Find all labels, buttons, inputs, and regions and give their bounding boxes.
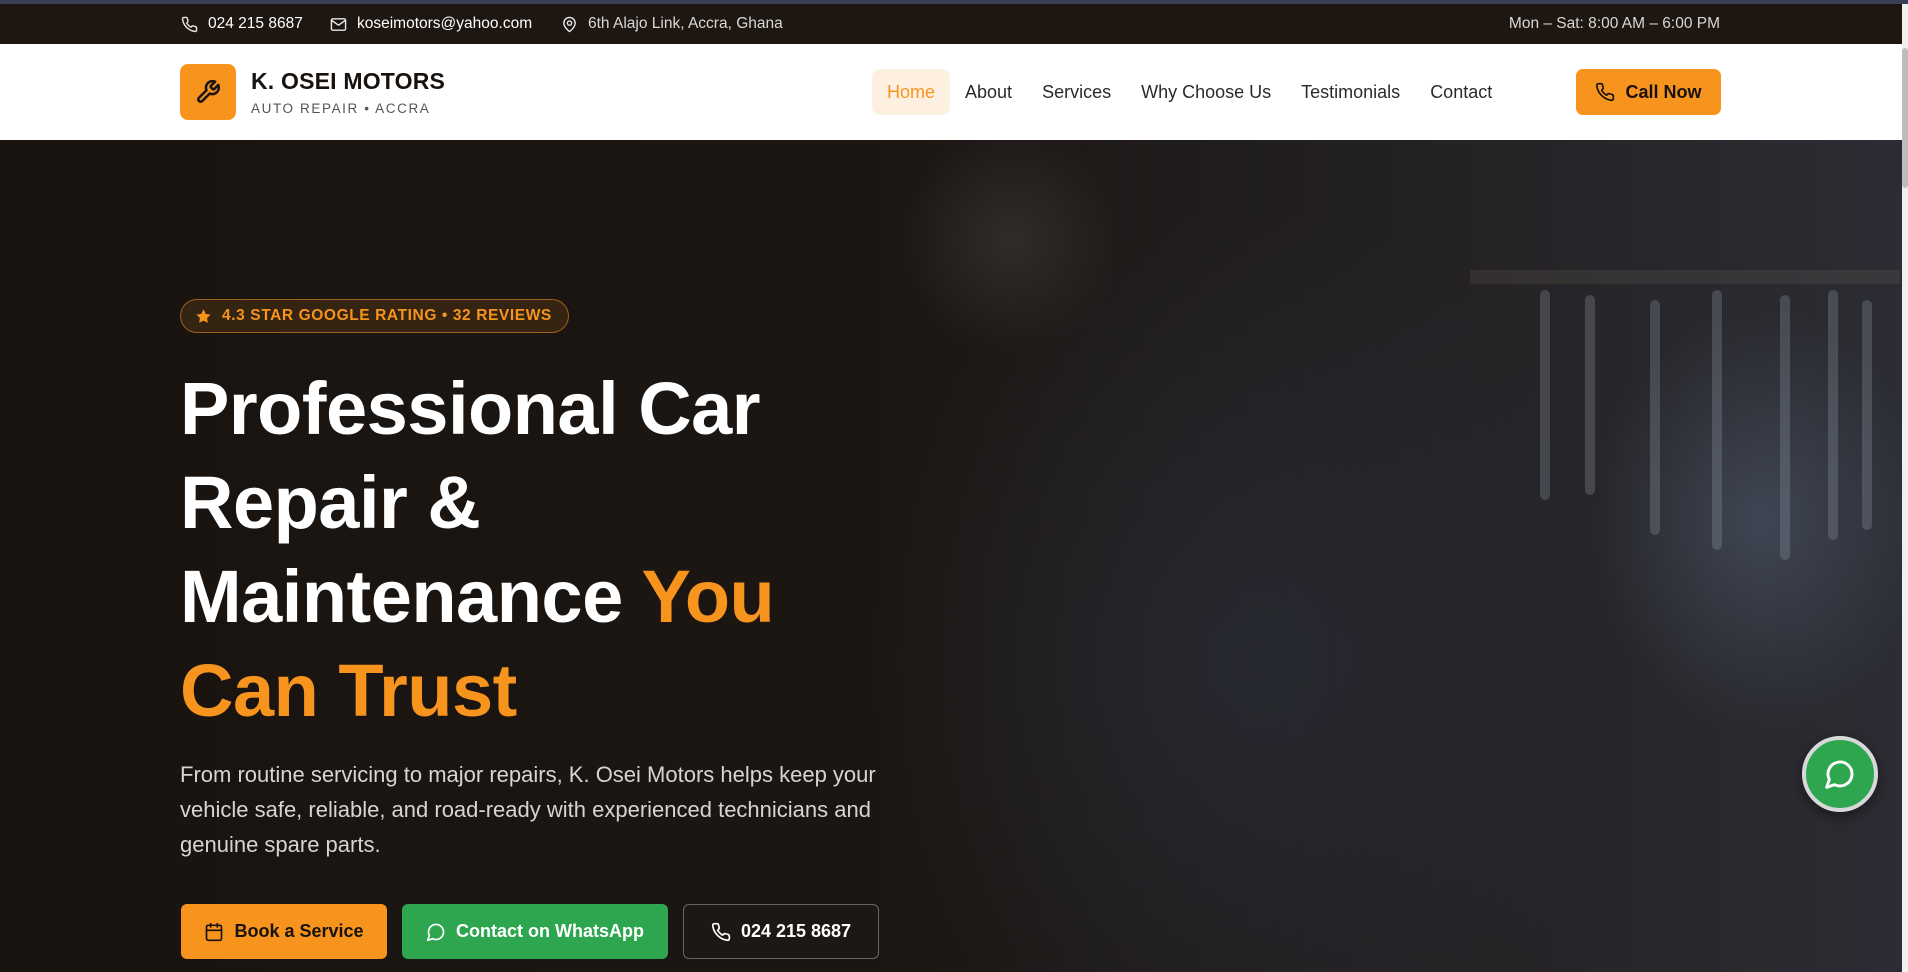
tool-shelf bbox=[1470, 270, 1900, 284]
nav-testimonials[interactable]: Testimonials bbox=[1286, 69, 1415, 115]
chat-bubble-icon bbox=[426, 923, 445, 941]
wrench-icon bbox=[197, 79, 221, 103]
book-service-button[interactable]: Book a Service bbox=[181, 904, 387, 959]
chat-bubble-icon bbox=[1825, 760, 1854, 789]
nav-home[interactable]: Home bbox=[872, 69, 951, 115]
whatsapp-button[interactable]: Contact on WhatsApp bbox=[402, 904, 668, 959]
main-nav: Home About Services Why Choose Us Testim… bbox=[872, 69, 1507, 115]
calendar-icon bbox=[206, 922, 223, 941]
call-now-button[interactable]: Call Now bbox=[1576, 69, 1721, 115]
map-pin-icon bbox=[563, 16, 576, 32]
book-service-label: Book a Service bbox=[234, 921, 364, 941]
brand-tagline: AUTO REPAIR • ACCRA bbox=[251, 101, 431, 116]
phone-button[interactable]: 024 215 8687 bbox=[683, 904, 879, 959]
star-icon bbox=[196, 308, 211, 323]
phone-icon bbox=[711, 922, 731, 941]
rating-badge-text: 4.3 STAR GOOGLE RATING • 32 REVIEWS bbox=[222, 307, 552, 324]
wrench-tool bbox=[1650, 300, 1660, 535]
phone-icon bbox=[181, 16, 198, 32]
topbar-email-text: koseimotors@yahoo.com bbox=[357, 15, 533, 32]
hero-lead-text: From routine servicing to major repairs,… bbox=[180, 762, 876, 857]
logo-badge[interactable] bbox=[180, 64, 236, 120]
hero-headline: Professional Car Repair & Maintenance Yo… bbox=[180, 362, 900, 738]
call-now-label: Call Now bbox=[1625, 81, 1702, 102]
topbar-phone[interactable]: 024 215 8687 bbox=[181, 4, 303, 44]
scrollbar-thumb[interactable] bbox=[1902, 48, 1908, 188]
topbar-hours: Mon – Sat: 8:00 AM – 6:00 PM bbox=[1508, 15, 1720, 32]
whatsapp-chat-fab[interactable] bbox=[1802, 736, 1878, 812]
hero-section: 4.3 STAR GOOGLE RATING • 32 REVIEWS Prof… bbox=[0, 140, 1902, 972]
wrench-tool bbox=[1712, 290, 1722, 550]
site-header: K. OSEI MOTORS AUTO REPAIR • ACCRA Home … bbox=[0, 44, 1902, 140]
phone-button-label: 024 215 8687 bbox=[740, 921, 852, 941]
wrench-tool bbox=[1780, 295, 1790, 560]
top-info-bar: 024 215 8687 koseimotors@yahoo.com 6th A… bbox=[0, 4, 1902, 44]
wrench-tool bbox=[1585, 295, 1595, 495]
brand-name[interactable]: K. OSEI MOTORS bbox=[251, 68, 445, 95]
mail-icon bbox=[330, 17, 347, 31]
nav-why-choose-us[interactable]: Why Choose Us bbox=[1126, 69, 1286, 115]
nav-contact[interactable]: Contact bbox=[1415, 69, 1507, 115]
wrench-tool bbox=[1862, 300, 1872, 530]
page-scrollbar[interactable] bbox=[1902, 4, 1908, 972]
nav-about[interactable]: About bbox=[950, 69, 1027, 115]
whatsapp-label: Contact on WhatsApp bbox=[456, 921, 644, 941]
topbar-address-text: 6th Alajo Link, Accra, Ghana bbox=[588, 15, 783, 32]
phone-icon bbox=[1596, 82, 1615, 102]
topbar-phone-text: 024 215 8687 bbox=[208, 15, 303, 32]
rating-badge: 4.3 STAR GOOGLE RATING • 32 REVIEWS bbox=[180, 299, 569, 333]
wrench-tool bbox=[1828, 290, 1838, 540]
topbar-email[interactable]: koseimotors@yahoo.com bbox=[330, 4, 532, 44]
topbar-address: 6th Alajo Link, Accra, Ghana bbox=[561, 4, 783, 44]
wrench-tool bbox=[1540, 290, 1550, 500]
nav-services[interactable]: Services bbox=[1027, 69, 1126, 115]
